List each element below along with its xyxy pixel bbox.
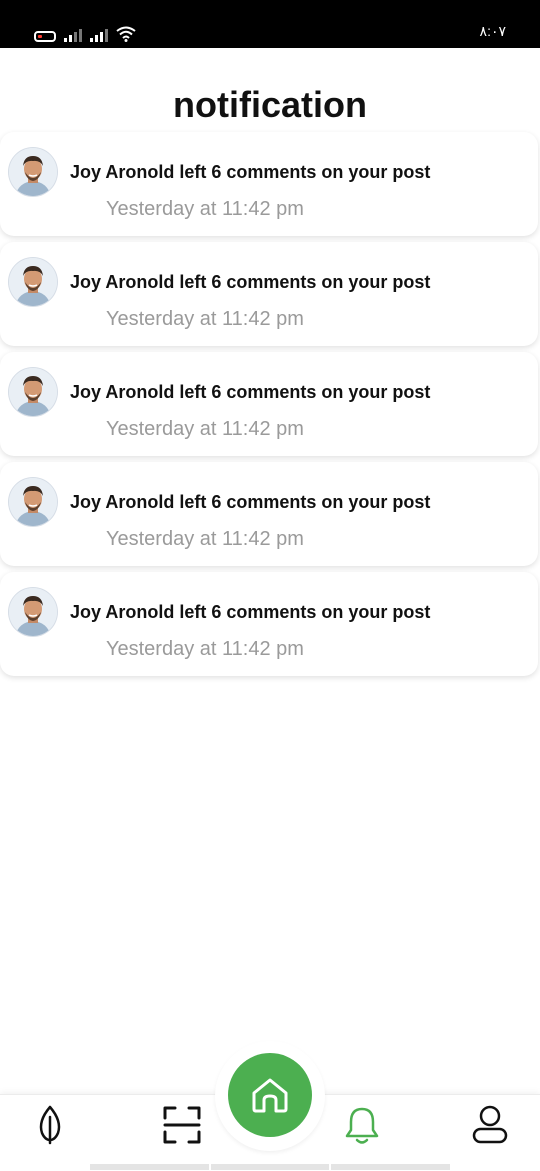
notification-time: Yesterday at 11:42 pm	[106, 418, 304, 440]
home-button[interactable]	[228, 1053, 312, 1137]
notification-message: Joy Aronold left 6 comments on your post	[70, 602, 431, 622]
leaf-icon	[39, 1105, 61, 1145]
wifi-icon	[116, 26, 136, 42]
profile-icon	[472, 1105, 508, 1144]
nav-scan-button[interactable]	[160, 1103, 204, 1147]
user-avatar[interactable]	[9, 588, 57, 636]
notification-card[interactable]: Joy Aronold left 6 comments on your post…	[0, 462, 538, 566]
signal-icon	[64, 28, 82, 42]
nav-profile-button[interactable]	[468, 1103, 512, 1147]
notification-card[interactable]: Joy Aronold left 6 comments on your post…	[0, 572, 538, 676]
notification-message: Joy Aronold left 6 comments on your post	[70, 382, 431, 402]
notification-time: Yesterday at 11:42 pm	[106, 308, 304, 330]
gesture-bar	[90, 1164, 451, 1170]
user-avatar[interactable]	[9, 258, 57, 306]
nav-leaf-button[interactable]	[28, 1103, 72, 1147]
page-title: notification	[173, 84, 367, 125]
notification-card[interactable]: Joy Aronold left 6 comments on your post…	[0, 132, 538, 236]
bell-icon	[345, 1107, 379, 1144]
user-avatar[interactable]	[9, 368, 57, 416]
signal-icon	[90, 28, 108, 42]
user-avatar[interactable]	[9, 478, 57, 526]
status-time: ٨:٠٧	[479, 23, 506, 39]
notification-card[interactable]: Joy Aronold left 6 comments on your post…	[0, 352, 538, 456]
notification-message: Joy Aronold left 6 comments on your post	[70, 162, 431, 182]
notification-card[interactable]: Joy Aronold left 6 comments on your post…	[0, 242, 538, 346]
notification-time: Yesterday at 11:42 pm	[106, 638, 304, 660]
scan-icon	[163, 1106, 201, 1144]
user-avatar[interactable]	[9, 148, 57, 196]
status-icons	[34, 22, 136, 42]
home-icon	[252, 1078, 288, 1113]
notification-time: Yesterday at 11:42 pm	[106, 198, 304, 220]
notification-message: Joy Aronold left 6 comments on your post	[70, 272, 431, 292]
status-bar: ٨:٠٧	[0, 0, 540, 48]
battery-low-icon	[34, 31, 56, 42]
nav-notifications-button[interactable]	[340, 1103, 384, 1147]
notification-message: Joy Aronold left 6 comments on your post	[70, 492, 431, 512]
notification-time: Yesterday at 11:42 pm	[106, 528, 304, 550]
